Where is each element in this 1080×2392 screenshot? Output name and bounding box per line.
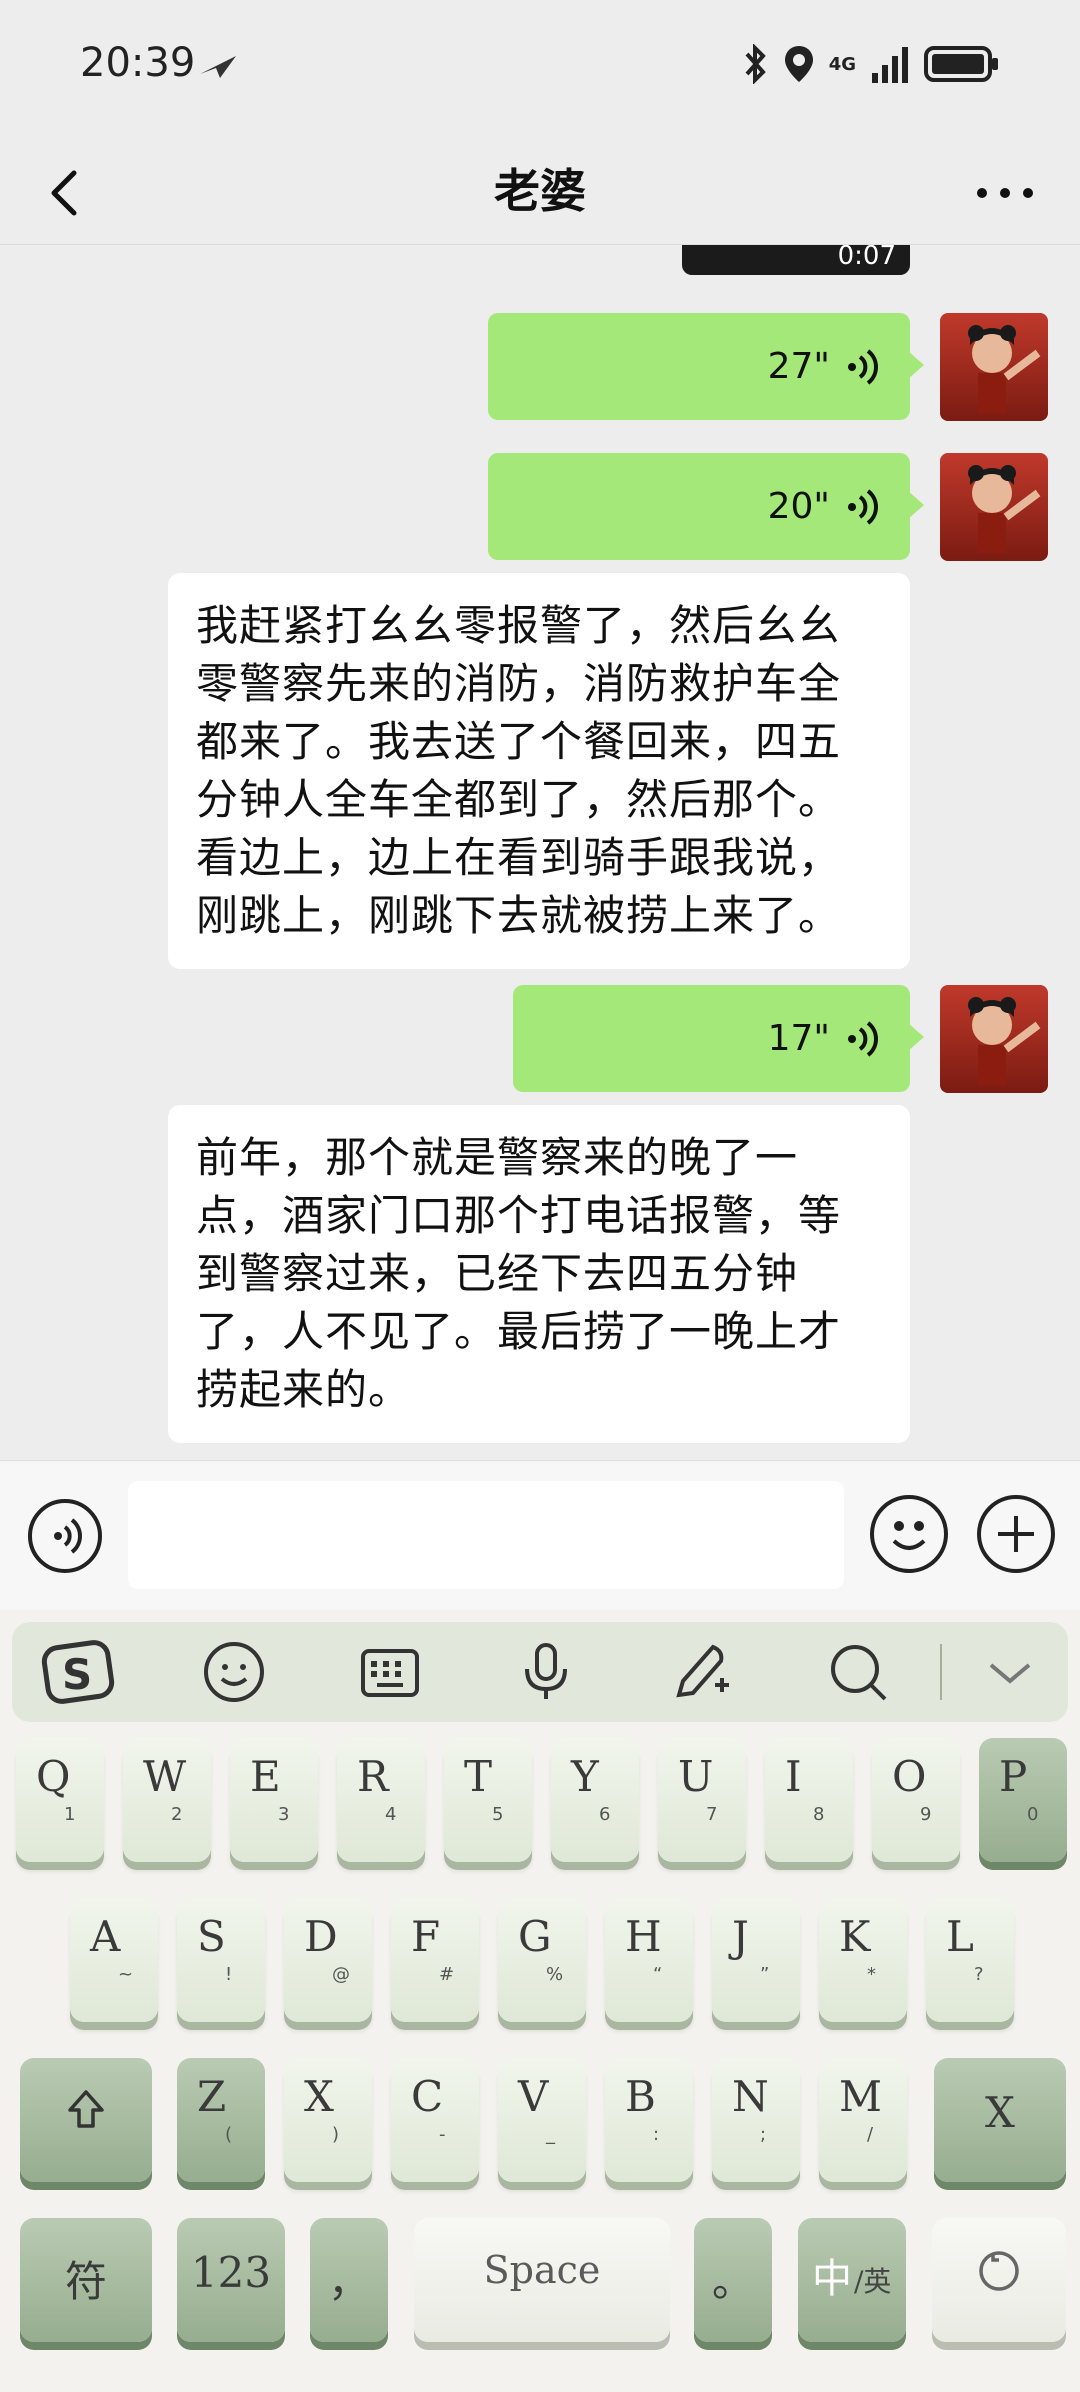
key-y[interactable]: Y6 [551,1738,639,1862]
avatar-character-icon [968,465,1041,553]
mic-icon [525,1643,567,1699]
network-type: 4G [828,53,856,75]
bluetooth-icon [745,44,766,84]
return-icon [979,2251,1019,2291]
voice-message[interactable]: 20" [488,453,924,560]
avatar-character-icon [968,325,1041,413]
chat-header: 老婆 [0,135,1080,245]
comma-key[interactable]: ， [310,2218,388,2342]
key-o[interactable]: O9 [872,1738,960,1862]
status-icons: 4G [743,44,1000,84]
location-icon [784,46,813,82]
key-i[interactable]: I8 [765,1738,853,1862]
chat-title: 老婆 [494,164,586,218]
emoji-toolbar-button[interactable] [196,1634,272,1710]
shift-arrow-icon [68,2090,104,2128]
lang-main: 中 [812,2256,852,2302]
video-message[interactable]: 0:07 [682,245,910,275]
avatar-character-icon [968,997,1041,1085]
key-k[interactable]: K * [819,1898,907,2022]
key-f[interactable]: F # [391,1898,479,2022]
sogou-logo-button[interactable]: S [40,1634,116,1710]
key-b[interactable]: B: [605,2058,693,2182]
smile-icon [892,1521,926,1550]
battery-icon [924,46,998,82]
key-w[interactable]: W2 [123,1738,211,1862]
signal-icon [872,47,908,83]
more-dots-icon [977,188,1033,198]
key-u[interactable]: U7 [658,1738,746,1862]
avatar[interactable] [940,313,1048,421]
handwriting-button[interactable] [664,1634,740,1710]
message-input[interactable] [128,1481,844,1589]
key-g[interactable]: G% [498,1898,586,2022]
keyboard: S Q1 W2 E3 R4 T5 Y6 U7 I8 O9 P0 A ~ S! D @… [0,1610,1080,2392]
key-n[interactable]: N; [712,2058,800,2182]
search-button[interactable] [820,1634,896,1710]
lang-sub: /英 [854,2265,892,2298]
voice-input-button[interactable] [28,1499,102,1573]
space-key[interactable]: Space [414,2218,670,2342]
avatar[interactable] [940,985,1048,1093]
key-r[interactable]: R4 [337,1738,425,1862]
key-p[interactable]: P0 [979,1738,1067,1862]
location-arrow-icon [200,56,236,78]
video-duration: 0:07 [837,245,896,271]
period-key[interactable]: 。 [694,2218,772,2342]
handwriting-icon [676,1644,729,1698]
keyboard-toolbar: S [12,1622,1068,1722]
keyboard-layout-button[interactable] [352,1634,428,1710]
key-z[interactable]: Z( [177,2058,265,2182]
key-q[interactable]: Q1 [16,1738,104,1862]
key-c[interactable]: C- [391,2058,479,2182]
delete-key[interactable]: X [934,2058,1066,2182]
voice-duration: 27" [767,346,830,387]
key-x[interactable]: X) [284,2058,372,2182]
search-icon [831,1645,887,1701]
number-key[interactable]: 123 [177,2218,285,2342]
voice-wave-icon [848,348,878,385]
voice-input-toolbar-button[interactable] [508,1634,584,1710]
key-l[interactable]: L? [926,1898,1014,2022]
symbol-key[interactable]: 符 [20,2218,152,2342]
avatar[interactable] [940,453,1048,561]
plus-icon [998,1516,1034,1552]
voice-duration: 17" [767,1018,830,1059]
voice-wave-icon [848,1020,878,1057]
shift-key[interactable] [20,2058,152,2182]
more-options-button[interactable] [970,165,1040,215]
sogou-logo-icon: S [41,1640,115,1704]
emoji-button[interactable] [870,1495,948,1573]
chevron-down-icon [989,1663,1031,1684]
voice-message[interactable]: 27" [488,313,924,420]
key-j[interactable]: J” [712,1898,800,2022]
voice-message[interactable]: 17" [513,985,924,1092]
voice-wave-icon [54,1518,82,1554]
status-time: 20:39 [80,40,196,86]
language-switch-key[interactable]: 中 /英 [798,2218,906,2342]
chat-area[interactable]: 0:07 27" 20" 我赶紧打幺幺零报警了，然后幺幺零警察先来的消防，消防救… [0,245,1080,1460]
key-d[interactable]: D @ [284,1898,372,2022]
key-a[interactable]: A ~ [70,1898,158,2022]
keyboard-icon [361,1649,419,1697]
more-functions-button[interactable] [977,1495,1055,1573]
transcribed-text[interactable]: 我赶紧打幺幺零报警了，然后幺幺零警察先来的消防，消防救护车全都来了。我去送了个餐… [168,573,910,969]
key-v[interactable]: V _ [498,2058,586,2182]
enter-key[interactable] [932,2218,1066,2342]
key-t[interactable]: T5 [444,1738,532,1862]
toolbar-divider [940,1644,942,1700]
voice-duration: 20" [767,486,830,527]
key-h[interactable]: H “ [605,1898,693,2022]
key-e[interactable]: E3 [230,1738,318,1862]
key-s[interactable]: S! [177,1898,265,2022]
key-m[interactable]: M / [819,2058,907,2182]
input-bar [0,1460,1080,1610]
voice-wave-icon [848,488,878,525]
collapse-keyboard-button[interactable] [972,1634,1048,1710]
emoji-icon [204,1642,264,1702]
status-bar: 20:39 4G [0,0,1080,135]
svg-text:S: S [62,1650,92,1699]
transcribed-text[interactable]: 前年，那个就是警察来的晚了一点，酒家门口那个打电话报警，等到警察过来，已经下去四… [168,1105,910,1443]
